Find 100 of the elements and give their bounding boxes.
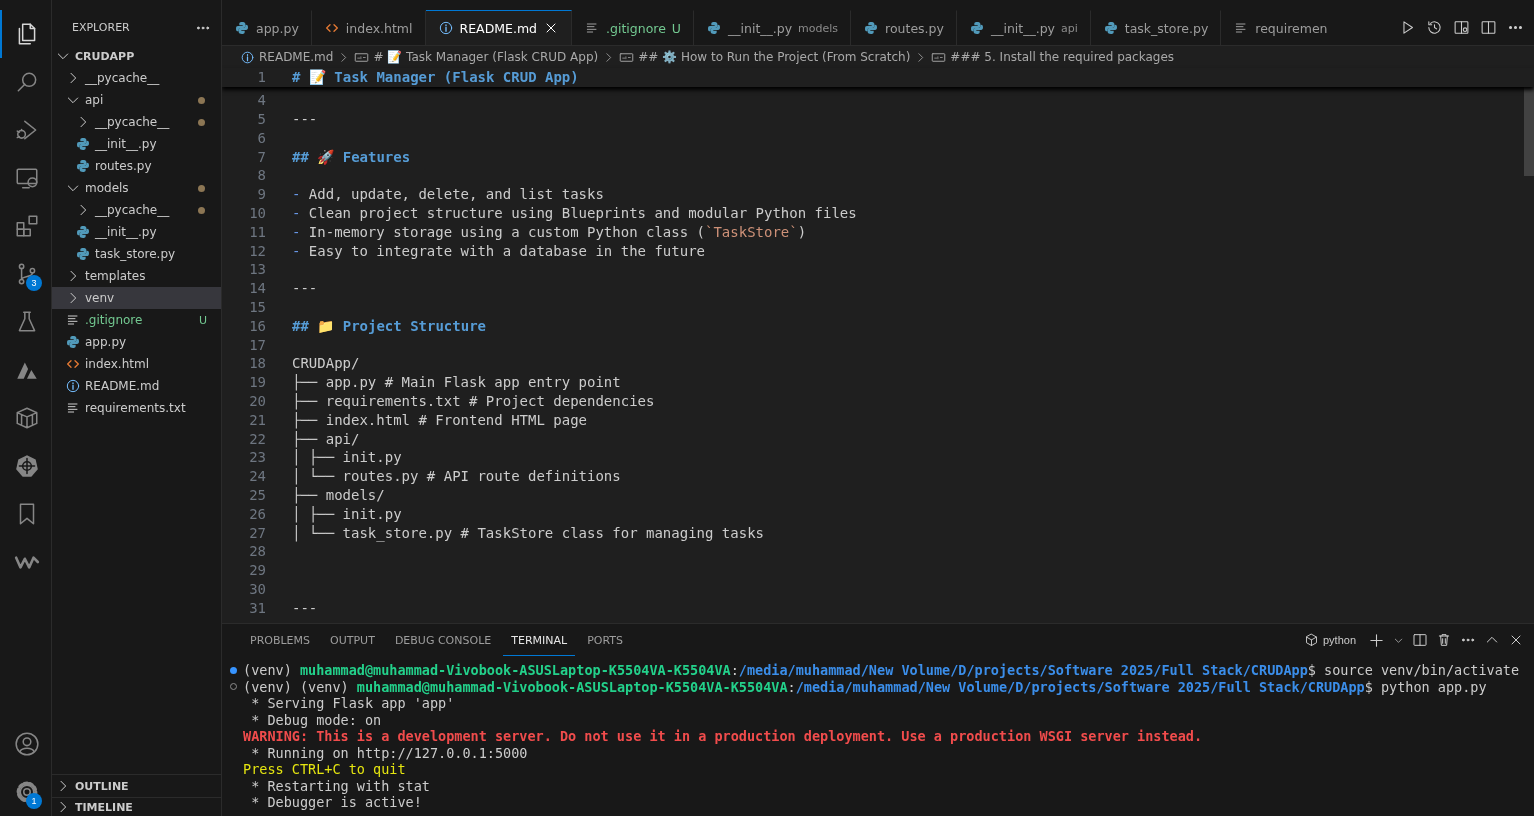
tree-item[interactable]: __pycache__ [52, 67, 221, 89]
preview-icon[interactable] [1453, 19, 1470, 36]
activity-bar-item[interactable]: 1 [0, 768, 51, 816]
code-line: ## 📁 Project Structure [292, 317, 486, 334]
text-lines-icon [65, 312, 81, 328]
python-file-icon [75, 246, 91, 262]
tree-label: README.md [85, 379, 161, 393]
history-icon[interactable] [1426, 19, 1443, 36]
editor-tab[interactable]: README.md [425, 10, 573, 45]
code-line: - Easy to integrate with a database in the future [292, 242, 705, 259]
line-number: 14 [248, 280, 266, 297]
panel-tab[interactable]: PORTS [579, 624, 631, 656]
badge-count: 1 [26, 793, 42, 809]
line-number: 17 [248, 336, 266, 353]
line-number: 19 [248, 374, 266, 391]
python-file-icon [234, 20, 250, 36]
tree-item[interactable]: api [52, 89, 221, 111]
breadcrumb-item[interactable]: ### 5. Install the required packages [931, 49, 1175, 65]
terminal-line: (venv) muhammad@muhammad-Vivobook-ASUSLaptop-K5504VA-K5504VA:/media/muhammad/New Volume/D/projects/Software 2025/Full Stack/CRUDApp$ source venv/bin/activate [243, 662, 1520, 679]
plus-icon[interactable] [1368, 631, 1385, 649]
tree-item[interactable]: __init__.py [52, 221, 221, 243]
badge-count: 3 [26, 275, 42, 291]
line-number: 31 [248, 599, 266, 616]
sidebar-title: EXPLORER [72, 21, 130, 34]
tree-item[interactable]: .gitignore U [52, 309, 221, 331]
tree-label: models [85, 181, 130, 195]
tree-label: __pycache__ [95, 203, 171, 217]
trash-icon[interactable] [1436, 632, 1452, 648]
tree-label: __init__.py [95, 225, 158, 239]
terminal-line: * Debug mode: on [250, 711, 382, 728]
breadcrumb-item[interactable]: # 📝 Task Manager (Flask CRUD App) [354, 49, 599, 65]
tree-item[interactable]: CRUDAPP [52, 45, 221, 67]
line-number: 28 [248, 543, 266, 560]
text-lines-icon [65, 400, 81, 416]
section-header[interactable]: TIMELINE [52, 797, 221, 816]
line-number: 16 [248, 317, 266, 334]
tree-item[interactable]: requirements.txt [52, 397, 221, 419]
tree-label: __init__.py [95, 137, 158, 151]
code-line: - In-memory storage using a custom Python class (`TaskStore`) [292, 223, 807, 240]
tree-item[interactable]: routes.py [52, 155, 221, 177]
breadcrumb-item[interactable]: ## ⚙ How to Run the Project (From Scratch) [619, 49, 911, 65]
split-editor-icon[interactable] [1480, 19, 1497, 36]
tree-label: CRUDAPP [75, 49, 136, 63]
code-line: --- [292, 599, 318, 616]
tree-item[interactable]: __init__.py [52, 133, 221, 155]
tree-item[interactable]: venv [52, 287, 221, 309]
line-number: 1 [256, 69, 266, 86]
tree-item[interactable]: task_store.py [52, 243, 221, 265]
line-number: 8 [256, 167, 266, 184]
line-number: 9 [256, 186, 266, 203]
breadcrumb-item[interactable]: README.md [240, 49, 334, 65]
python-file-icon [863, 20, 880, 36]
tree-item[interactable]: __pycache__ [52, 199, 221, 221]
panel-tab[interactable]: PROBLEMS [242, 624, 319, 656]
tree-label: index.html [85, 357, 150, 371]
code-line: │ ├── init.py [292, 449, 402, 466]
python-file-icon [75, 158, 91, 174]
panel-tab[interactable]: DEBUG CONSOLE [386, 624, 500, 656]
info-icon [437, 20, 454, 36]
code-line: ├── models/ [292, 486, 385, 503]
wheel-icon [13, 453, 40, 479]
tree-item[interactable]: models [52, 177, 221, 199]
tree-label: app.py [85, 335, 128, 349]
line-number: 18 [248, 355, 266, 372]
line-number: 29 [248, 562, 266, 579]
tree-item[interactable]: app.py [52, 331, 221, 353]
code-line: # 📝 Task Manager (Flask CRUD App) [292, 69, 579, 86]
python-file-icon [75, 136, 91, 152]
section-header[interactable]: OUTLINE [52, 774, 221, 797]
terminal-line: * Debugger is active! [250, 794, 422, 811]
code-line: │ └── task_store.py # TaskStore class for managing tasks [292, 524, 764, 541]
split-terminal-icon[interactable] [1412, 632, 1428, 648]
code-line: CRUDApp/ [292, 355, 360, 372]
tree-item[interactable]: __pycache__ [52, 111, 221, 133]
tree-label: task_store.py [95, 247, 177, 261]
code-line: - Clean project structure using Blueprints and modular Python files [292, 204, 857, 221]
line-number: 23 [248, 449, 266, 466]
terminal-line: Press CTRL+C to quit [243, 761, 406, 778]
line-number: 5 [256, 111, 266, 127]
terminal-profile[interactable]: python [1303, 632, 1356, 648]
tree-item[interactable]: templates [52, 265, 221, 287]
panel-tab[interactable]: TERMINAL [503, 624, 576, 656]
info-icon [240, 49, 255, 65]
line-number: 27 [248, 524, 266, 541]
tree-item[interactable]: index.html [52, 353, 221, 375]
code-line: ├── api/ [292, 430, 360, 447]
code-line: ├── requirements.txt # Project dependencies [292, 392, 655, 409]
line-number: 26 [248, 505, 266, 522]
line-number: 30 [248, 580, 266, 597]
tree-label: __pycache__ [95, 115, 171, 129]
tree-label: venv [85, 291, 116, 305]
panel-tab[interactable]: OUTPUT [322, 624, 383, 656]
terminal-line: WARNING: This is a development server. Do not use it in a production deployment. Use a production WSGI server instead. [243, 728, 1203, 745]
python-file-icon [1102, 20, 1119, 36]
code-line: │ └── routes.py # API route definitions [292, 468, 621, 485]
python-file-icon [65, 334, 81, 350]
tree-item[interactable]: README.md [52, 375, 221, 397]
activity-bar-item[interactable]: 3 [0, 250, 51, 298]
line-number: 22 [248, 430, 266, 447]
tree-label: api [85, 93, 105, 107]
